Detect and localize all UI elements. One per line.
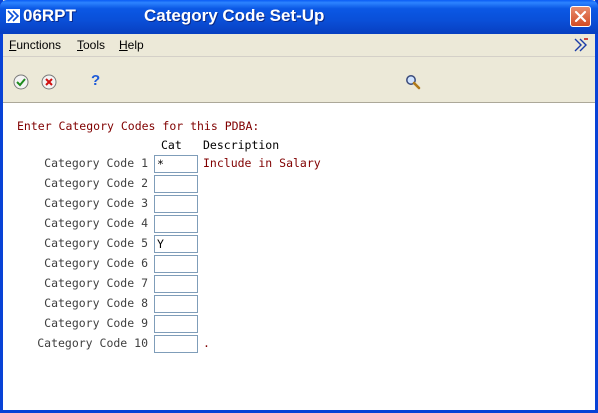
menu-bar: Functions Tools Help [3, 34, 595, 57]
category-code-input-2[interactable] [154, 175, 198, 193]
category-code-description-10: . [203, 336, 210, 350]
menu-functions[interactable]: Functions [9, 38, 61, 52]
category-code-input-8[interactable] [154, 295, 198, 313]
category-code-label-7: Category Code 7 [44, 276, 148, 290]
menu-help[interactable]: Help [119, 38, 144, 52]
category-code-description-1: Include in Salary [203, 156, 321, 170]
menu-tools[interactable]: Tools [77, 38, 105, 52]
category-code-input-9[interactable] [154, 315, 198, 333]
category-code-label-3: Category Code 3 [44, 196, 148, 210]
help-question-icon[interactable]: ? [91, 72, 100, 89]
category-code-input-10[interactable] [154, 335, 198, 353]
category-code-input-7[interactable] [154, 275, 198, 293]
column-header-cat: Cat [161, 138, 182, 152]
form-instruction: Enter Category Codes for this PDBA: [17, 119, 260, 133]
title-bar[interactable]: 06RPT Category Code Set-Up [0, 0, 598, 34]
category-code-label-5: Category Code 5 [44, 236, 148, 250]
window-title: Category Code Set-Up [144, 6, 325, 25]
category-code-label-8: Category Code 8 [44, 296, 148, 310]
brand-logo-icon [574, 38, 588, 52]
category-code-label-1: Category Code 1 [44, 156, 148, 170]
category-code-label-9: Category Code 9 [44, 316, 148, 330]
category-code-input-1[interactable]: * [154, 155, 198, 173]
close-button[interactable] [570, 6, 591, 27]
app-logo-icon [6, 9, 20, 23]
category-code-input-3[interactable] [154, 195, 198, 213]
cancel-x-icon[interactable] [41, 74, 57, 90]
category-code-label-4: Category Code 4 [44, 216, 148, 230]
category-code-input-6[interactable] [154, 255, 198, 273]
category-code-label-2: Category Code 2 [44, 176, 148, 190]
category-code-input-5[interactable]: Y [154, 235, 198, 253]
app-name: 06RPT [23, 6, 76, 25]
category-code-input-4[interactable] [154, 215, 198, 233]
form-area: Enter Category Codes for this PDBA: Cat … [3, 103, 595, 410]
category-code-label-10: Category Code 10 [37, 336, 148, 350]
search-magnifier-icon[interactable] [405, 74, 421, 90]
category-code-label-6: Category Code 6 [44, 256, 148, 270]
ok-check-icon[interactable] [13, 74, 29, 90]
column-header-description: Description [203, 138, 280, 152]
close-icon [574, 10, 587, 23]
app-window: 06RPT Category Code Set-Up Functions Too… [0, 0, 598, 413]
toolbar: ? [3, 57, 595, 103]
